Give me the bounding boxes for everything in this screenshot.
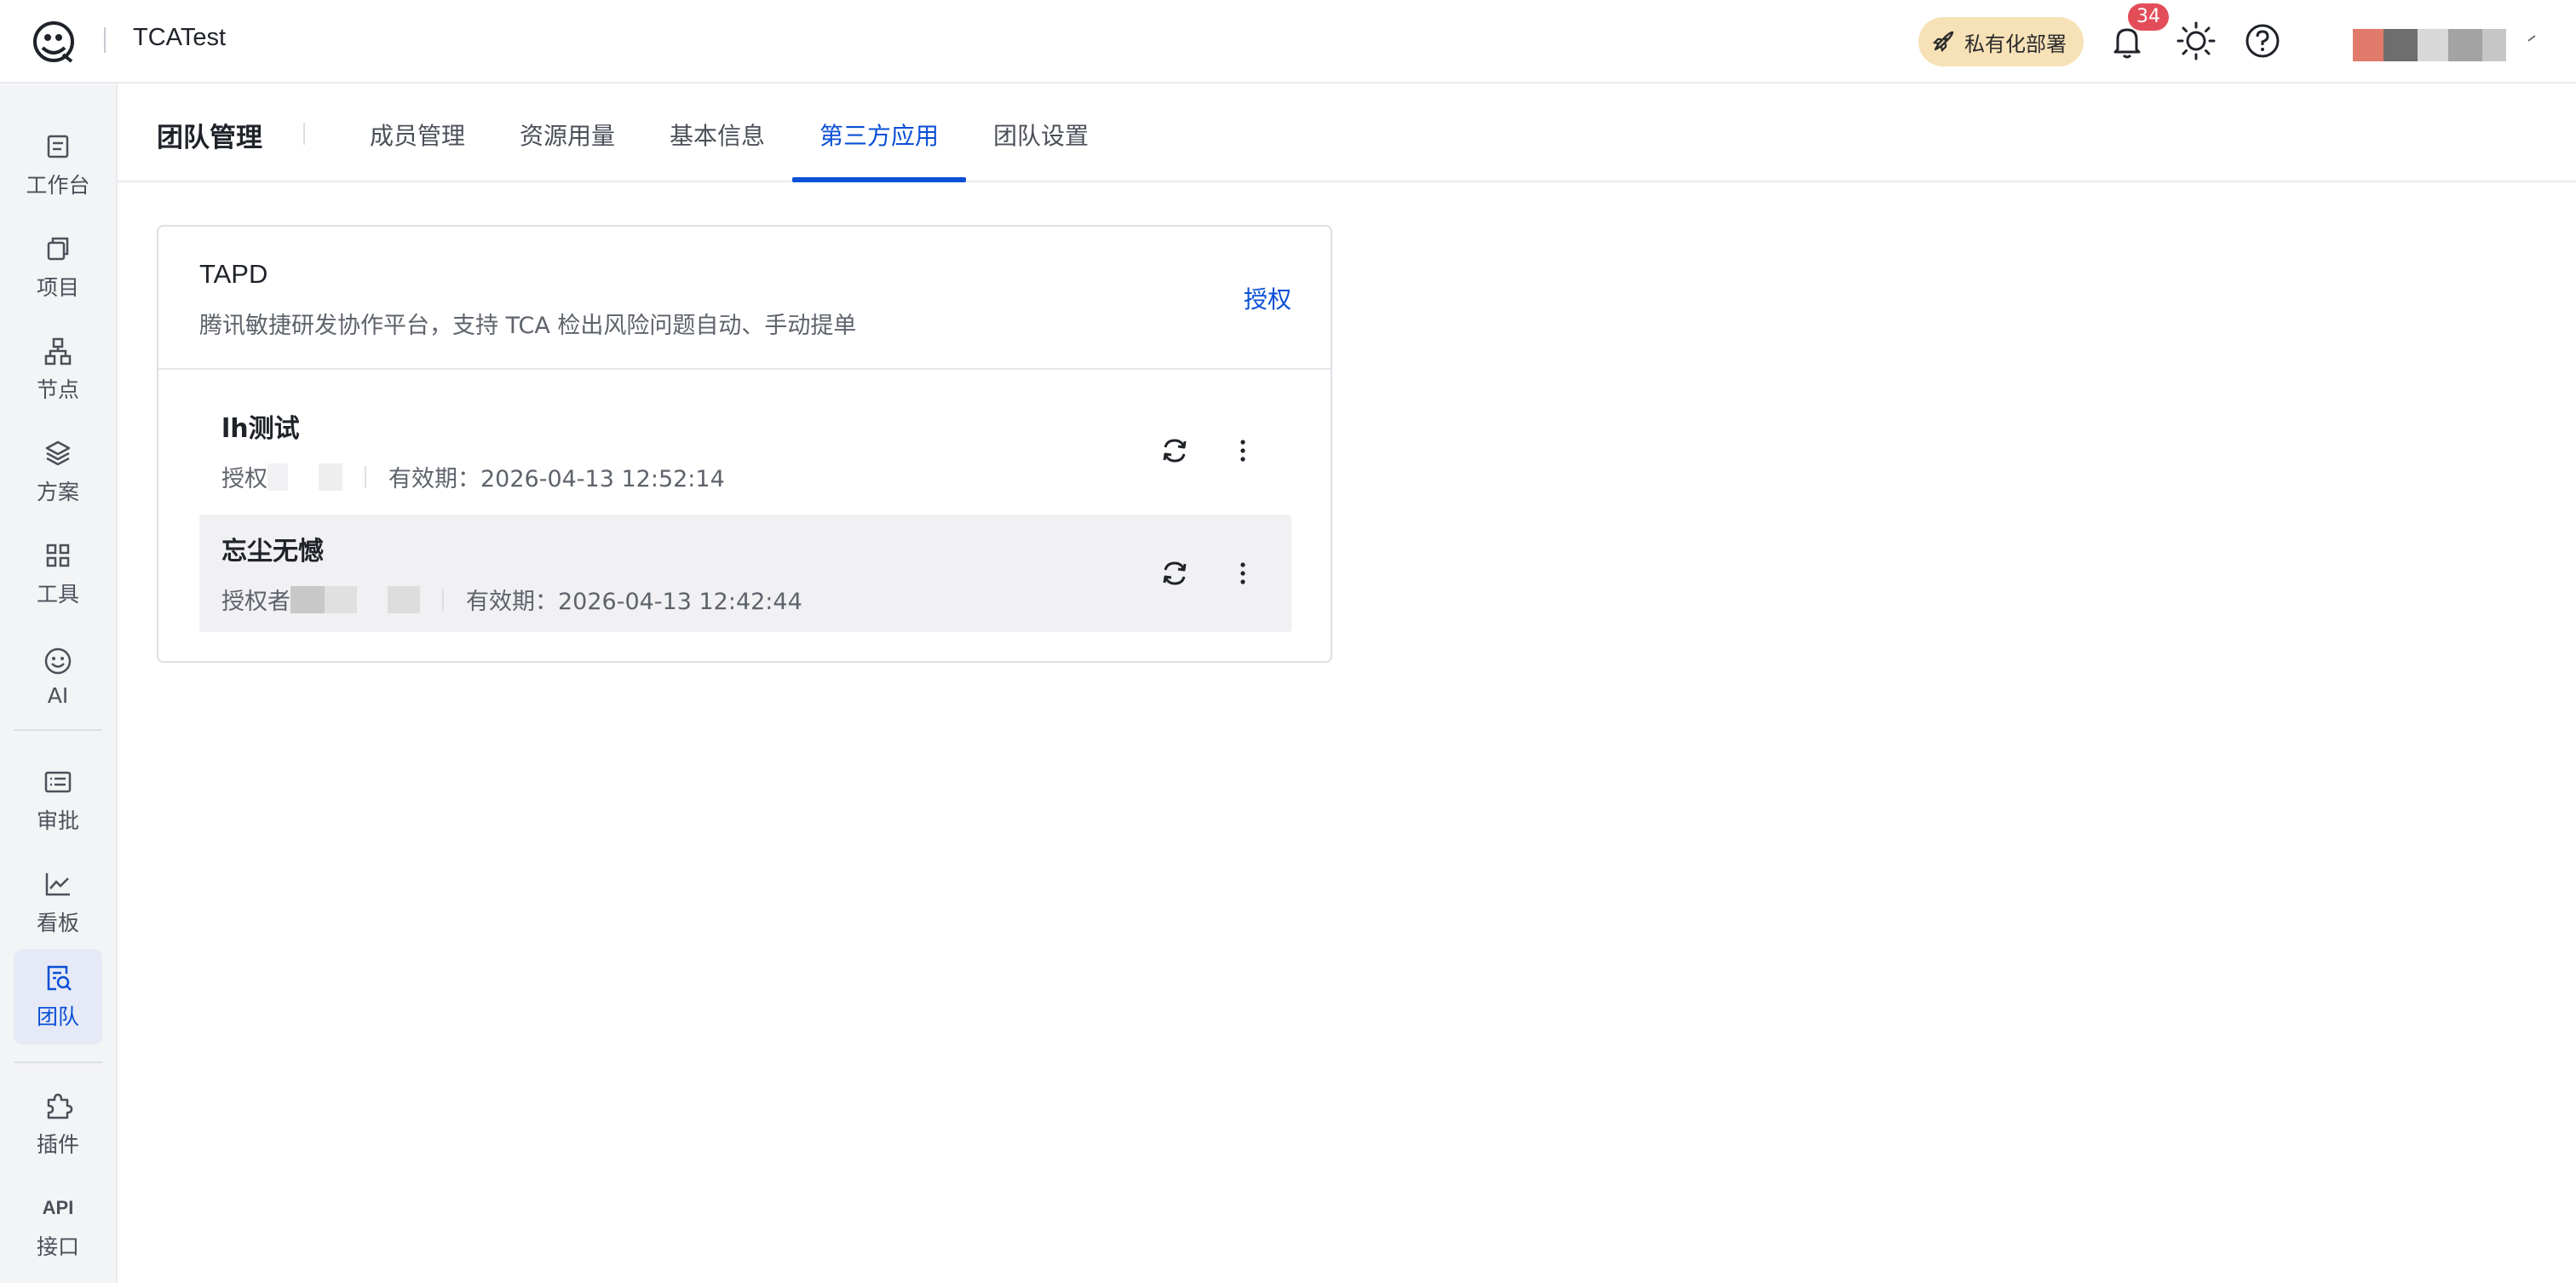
tab-team-settings[interactable]: 团队设置 xyxy=(993,118,1089,152)
scheme-icon xyxy=(45,440,71,466)
header-divider xyxy=(104,27,106,53)
plugin-icon xyxy=(47,1093,73,1119)
authorize-link[interactable]: 授权 xyxy=(1244,281,1291,315)
tab-basic-info[interactable]: 基本信息 xyxy=(670,118,765,152)
sidebar-item-dashboard[interactable]: 看板 xyxy=(14,855,102,951)
team-icon xyxy=(47,965,72,991)
top-bar: TCATest 私有化部署 34 xyxy=(0,0,2576,83)
api-icon: API xyxy=(42,1197,74,1218)
redacted-text xyxy=(267,463,288,491)
authorization-meta: 授权者 有效期：2026-04-13 12:42:44 xyxy=(221,583,802,616)
rocket-icon xyxy=(1932,31,1954,53)
authorizer-label: 授权 xyxy=(221,466,267,492)
sidebar-item-label: 工具 xyxy=(36,582,79,607)
sidebar-item-plugin[interactable]: 插件 xyxy=(14,1077,102,1172)
more-vertical-icon[interactable] xyxy=(1227,434,1259,467)
approval-icon xyxy=(44,771,72,793)
sidebar-item-label: 看板 xyxy=(36,911,79,935)
sidebar-item-label: 工作台 xyxy=(26,173,90,198)
sidebar-item-node[interactable]: 节点 xyxy=(14,322,102,417)
tools-icon xyxy=(46,544,70,567)
tab-members[interactable]: 成员管理 xyxy=(370,118,465,152)
sidebar-item-label: 审批 xyxy=(36,808,79,833)
sidebar-item-scheme[interactable]: 方案 xyxy=(14,424,102,520)
page-title: 团队管理 xyxy=(157,123,262,153)
tapd-integration-card: TAPD 腾讯敏捷研发协作平台，支持 TCA 检出风险问题自动、手动提单 授权 … xyxy=(157,225,1332,663)
refresh-icon[interactable] xyxy=(1159,557,1191,590)
refresh-icon[interactable] xyxy=(1159,434,1191,467)
redacted-text xyxy=(288,463,319,491)
authorization-name: 忘尘无憾 xyxy=(221,537,324,567)
private-deploy-button[interactable]: 私有化部署 xyxy=(1918,17,2084,66)
sidebar-item-workbench[interactable]: 工作台 xyxy=(14,118,102,213)
tab-resource-usage[interactable]: 资源用量 xyxy=(520,118,615,152)
sidebar-item-label: AI xyxy=(47,682,69,708)
meta-divider xyxy=(365,465,366,488)
card-divider xyxy=(158,368,1331,370)
logo-icon[interactable] xyxy=(31,19,77,65)
app-name[interactable]: TCATest xyxy=(133,24,226,52)
redacted-text xyxy=(319,463,342,491)
avatar[interactable] xyxy=(2344,29,2506,61)
active-tab-indicator xyxy=(792,177,966,182)
authorization-row[interactable]: 忘尘无憾 授权者 有效期：2026-04-13 12:42:44 xyxy=(199,515,1291,632)
sidebar-item-approval[interactable]: 审批 xyxy=(14,753,102,849)
sidebar-item-label: 插件 xyxy=(36,1132,79,1157)
meta-divider xyxy=(442,588,444,611)
sidebar-item-ai[interactable]: AI xyxy=(14,629,102,724)
sidebar-item-tools[interactable]: 工具 xyxy=(14,526,102,622)
authorization-row[interactable]: lh测试 授权 有效期：2026-04-13 12:52:14 xyxy=(199,392,1291,509)
page-header: 团队管理 成员管理 资源用量 基本信息 第三方应用 团队设置 xyxy=(118,83,2576,182)
redacted-text xyxy=(325,585,357,613)
sidebar-item-team[interactable]: 团队 xyxy=(14,949,102,1044)
more-vertical-icon[interactable] xyxy=(1227,557,1259,590)
redacted-text xyxy=(388,585,420,613)
authorization-meta: 授权 有效期：2026-04-13 12:52:14 xyxy=(221,460,725,493)
sidebar-item-project[interactable]: 项目 xyxy=(14,220,102,315)
sidebar-item-label: 节点 xyxy=(36,377,79,402)
private-deploy-label: 私有化部署 xyxy=(1964,32,2067,56)
chevron-down-icon[interactable] xyxy=(2527,32,2539,44)
tab-third-party-apps[interactable]: 第三方应用 xyxy=(819,118,939,152)
project-icon xyxy=(47,237,69,261)
sidebar-item-label: 项目 xyxy=(36,275,79,300)
authorization-name: lh测试 xyxy=(221,414,300,444)
sidebar-divider xyxy=(14,1061,102,1063)
sidebar-item-label: 团队 xyxy=(36,1004,79,1029)
integration-name: TAPD xyxy=(199,259,268,289)
redacted-text xyxy=(290,585,325,613)
expiry-text: 有效期：2026-04-13 12:42:44 xyxy=(466,589,802,615)
sun-icon[interactable] xyxy=(2176,20,2217,61)
redacted-text xyxy=(357,585,388,613)
authorizer-label: 授权者 xyxy=(221,589,290,615)
node-icon xyxy=(44,337,72,365)
sidebar-item-label: 方案 xyxy=(36,480,79,504)
expiry-text: 有效期：2026-04-13 12:52:14 xyxy=(388,466,725,492)
sidebar-item-api[interactable]: API 接口 xyxy=(14,1179,102,1274)
workbench-icon xyxy=(47,135,69,158)
sidebar: 工作台 项目 节点 方案 工具 AI 审批 看板 团队 插件 API 接口 xyxy=(0,83,118,1283)
sidebar-item-label: 接口 xyxy=(36,1234,79,1259)
title-divider xyxy=(303,123,305,145)
notification-badge: 34 xyxy=(2128,3,2169,31)
dashboard-icon xyxy=(45,873,70,896)
integration-description: 腾讯敏捷研发协作平台，支持 TCA 检出风险问题自动、手动提单 xyxy=(199,313,857,339)
sidebar-divider xyxy=(14,729,102,731)
help-icon[interactable] xyxy=(2244,22,2281,60)
ai-smile-icon xyxy=(44,647,72,674)
